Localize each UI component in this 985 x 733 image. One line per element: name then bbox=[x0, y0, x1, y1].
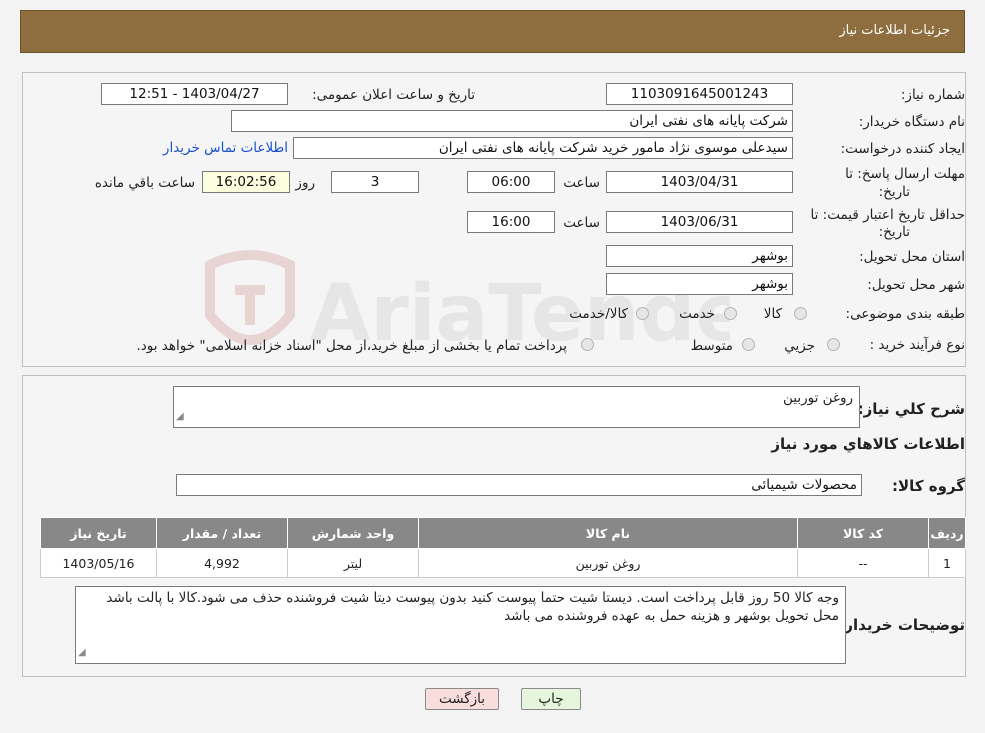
cell-row: 1 bbox=[928, 548, 966, 578]
buyer-org-field: شرکت پایانه های نفتی ایران bbox=[231, 110, 793, 132]
need-number-label: شماره نیاز: bbox=[900, 87, 965, 103]
category-goods-label: کالا bbox=[763, 306, 782, 322]
summary-label: شرح کلي نیاز: bbox=[857, 400, 965, 418]
validity-label-2: تاریخ: bbox=[878, 224, 910, 240]
deadline-label: مهلت ارسال پاسخ: تا bbox=[845, 166, 965, 182]
city-label: شهر محل تحویل: bbox=[867, 277, 965, 293]
remaining-label: ساعت باقي مانده bbox=[94, 175, 195, 191]
province-field: بوشهر bbox=[606, 245, 793, 267]
category-both-radio[interactable] bbox=[636, 307, 649, 320]
col-row: ردیف bbox=[928, 517, 966, 549]
deadline-time-label: ساعت bbox=[563, 175, 600, 191]
process-medium-label: متوسط bbox=[690, 338, 733, 354]
process-minor-label: جزیي bbox=[784, 338, 815, 354]
print-button[interactable]: چاپ bbox=[521, 688, 581, 710]
notes-textarea: وجه کالا 50 روز قابل پرداخت است. دیستا ش… bbox=[75, 586, 846, 664]
goods-table: ردیف کد کالا نام کالا واحد شمارش تعداد /… bbox=[40, 517, 966, 578]
process-label: نوع فرآیند خرید : bbox=[869, 337, 965, 353]
category-goods-radio[interactable] bbox=[794, 307, 807, 320]
summary-textarea: روغن توربین ◢ bbox=[173, 386, 860, 428]
cell-code: -- bbox=[797, 548, 929, 578]
province-label: استان محل تحویل: bbox=[859, 249, 965, 265]
validity-time-label: ساعت bbox=[563, 215, 600, 231]
summary-text: روغن توربین bbox=[782, 390, 853, 406]
category-label: طبقه بندی موضوعی: bbox=[845, 306, 965, 322]
table-row: 1 -- روغن توربین لیتر 4,992 1403/05/16 bbox=[40, 548, 966, 578]
announce-label: تاریخ و ساعت اعلان عمومی: bbox=[312, 87, 475, 103]
deadline-label-2: تاریخ: bbox=[878, 184, 910, 200]
group-field: محصولات شیمیائی bbox=[176, 474, 862, 496]
cell-qty: 4,992 bbox=[156, 548, 288, 578]
days-remaining-field: 3 bbox=[331, 171, 419, 193]
resize-grip-icon[interactable]: ◢ bbox=[176, 408, 184, 426]
process-minor-radio[interactable] bbox=[827, 338, 840, 351]
category-service-radio[interactable] bbox=[724, 307, 737, 320]
col-unit: واحد شمارش bbox=[287, 517, 419, 549]
col-date: تاریخ نیاز bbox=[40, 517, 157, 549]
category-service-label: خدمت bbox=[679, 306, 715, 322]
col-name: نام کالا bbox=[418, 517, 798, 549]
process-note: پرداخت تمام یا بخشی از مبلغ خرید،از محل … bbox=[136, 338, 567, 354]
buyer-org-label: نام دستگاه خریدار: bbox=[858, 114, 965, 130]
creator-label: ایجاد کننده درخواست: bbox=[840, 141, 965, 157]
validity-date-field: 1403/06/31 bbox=[606, 211, 793, 233]
need-number-field: 1103091645001243 bbox=[606, 83, 793, 105]
cell-date: 1403/05/16 bbox=[40, 548, 157, 578]
city-field: بوشهر bbox=[606, 273, 793, 295]
treasury-checkbox[interactable] bbox=[581, 338, 594, 351]
category-both-label: کالا/خدمت bbox=[569, 306, 628, 322]
cell-unit: لیتر bbox=[287, 548, 419, 578]
page-header: جزئیات اطلاعات نیاز bbox=[20, 10, 965, 53]
validity-label: حداقل تاریخ اعتبار قیمت: تا bbox=[810, 207, 965, 223]
validity-time-field: 16:00 bbox=[467, 211, 555, 233]
group-label: گروه کالا: bbox=[892, 477, 965, 495]
deadline-time-field: 06:00 bbox=[467, 171, 555, 193]
col-qty: تعداد / مقدار bbox=[156, 517, 288, 549]
creator-field: سیدعلی موسوی نژاد مامور خرید شرکت پایانه… bbox=[293, 137, 793, 159]
back-button[interactable]: بازگشت bbox=[425, 688, 499, 710]
notes-label: توضیحات خریدار: bbox=[838, 616, 965, 634]
col-code: کد کالا bbox=[797, 517, 929, 549]
process-medium-radio[interactable] bbox=[742, 338, 755, 351]
goods-info-title: اطلاعات کالاهاي مورد نیاز bbox=[771, 435, 965, 453]
page-title: جزئیات اطلاعات نیاز bbox=[839, 23, 950, 38]
remaining-time-field: 16:02:56 bbox=[202, 171, 290, 193]
buyer-contact-link[interactable]: اطلاعات تماس خریدار bbox=[163, 140, 288, 156]
announce-datetime-field: 1403/04/27 - 12:51 bbox=[101, 83, 288, 105]
resize-grip-icon[interactable]: ◢ bbox=[78, 644, 86, 662]
deadline-date-field: 1403/04/31 bbox=[606, 171, 793, 193]
notes-text: وجه کالا 50 روز قابل پرداخت است. دیستا ش… bbox=[106, 590, 839, 624]
cell-name: روغن توربین bbox=[418, 548, 798, 578]
